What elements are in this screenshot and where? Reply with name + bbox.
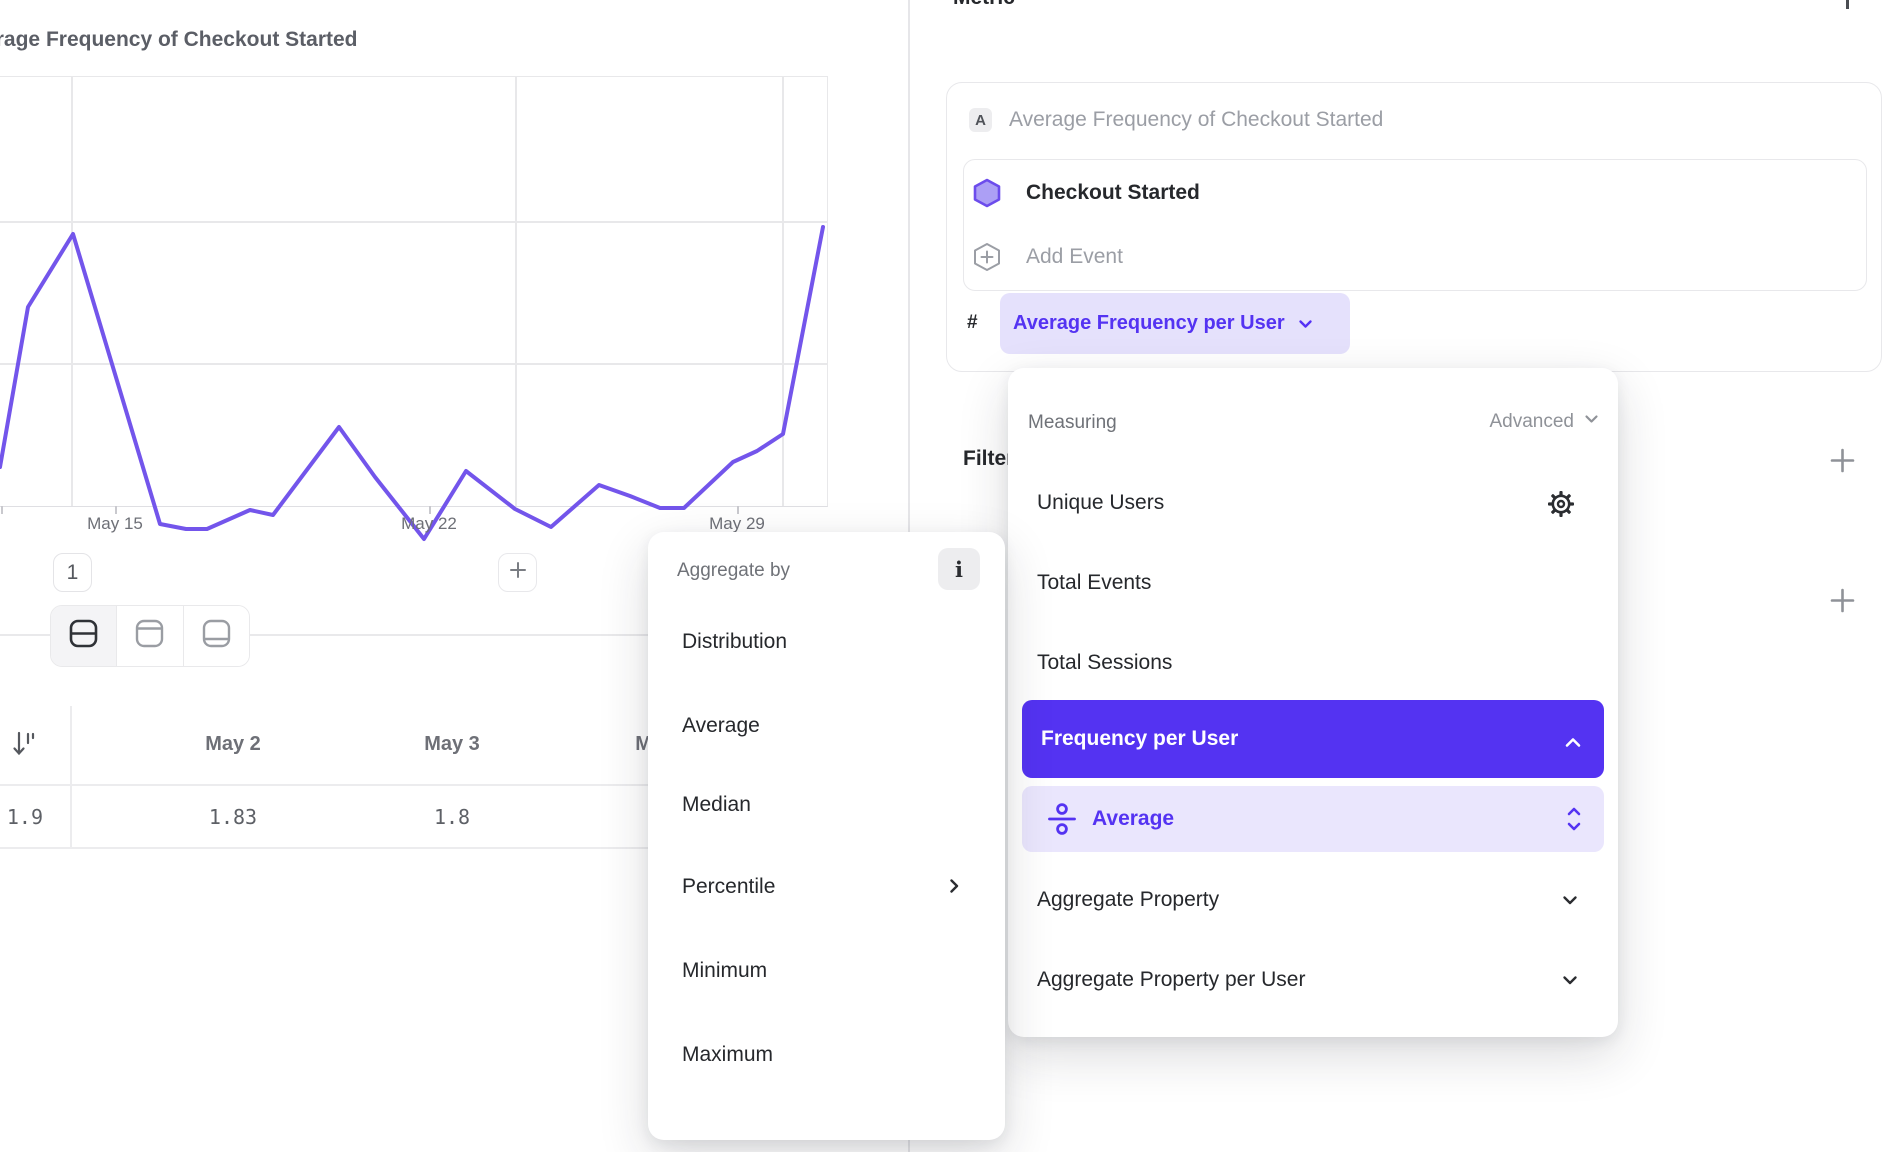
- add-chart-button[interactable]: [498, 553, 537, 592]
- measuring-header: Measuring: [1028, 412, 1117, 434]
- x-axis-label: May 22: [369, 514, 489, 534]
- line-chart: [0, 76, 828, 507]
- x-axis-tick: [737, 506, 739, 514]
- add-filter-button[interactable]: [1829, 447, 1856, 474]
- aggregate-by-menu: Aggregate by i Distribution Average Medi…: [648, 532, 1005, 1140]
- view-toggle-split[interactable]: [51, 606, 117, 666]
- menu-item-distribution[interactable]: Distribution: [682, 630, 787, 654]
- menu-item-total-sessions[interactable]: Total Sessions: [1037, 651, 1172, 675]
- menu-item-average-aggregation[interactable]: Average: [1022, 786, 1604, 852]
- info-icon[interactable]: i: [938, 548, 980, 590]
- sort-icon: [12, 747, 38, 764]
- split-view-icon: [67, 617, 100, 655]
- x-axis-tick: [115, 506, 117, 514]
- event-hexagon-icon: [972, 178, 1002, 208]
- view-toggle-group: [50, 605, 250, 667]
- advanced-toggle[interactable]: Advanced: [1489, 410, 1600, 433]
- table-cell: 1.9: [0, 805, 43, 829]
- chart-title: Average Frequency of Checkout Started: [0, 28, 720, 56]
- table-cell: 1.83: [163, 805, 303, 829]
- menu-item-unique-users[interactable]: Unique Users: [1037, 491, 1164, 515]
- menu-item-frequency-per-user[interactable]: Frequency per User: [1022, 700, 1604, 778]
- x-axis-label: May 29: [677, 514, 797, 534]
- add-metric-icon[interactable]: [1846, 0, 1849, 9]
- series-line: [0, 227, 823, 539]
- metric-card: A Average Frequency of Checkout Started …: [946, 82, 1882, 372]
- view-toggle-chart-only[interactable]: [117, 606, 183, 666]
- menu-item-maximum[interactable]: Maximum: [682, 1043, 773, 1067]
- measuring-menu: Measuring Advanced Unique Users: [1008, 368, 1618, 1037]
- menu-item-aggregate-property-per-user[interactable]: Aggregate Property per User: [1037, 968, 1305, 992]
- chevron-down-icon: [1560, 970, 1580, 995]
- measurement-dropdown[interactable]: Average Frequency per User: [1000, 293, 1350, 354]
- add-breakdown-button[interactable]: [1829, 587, 1856, 614]
- segment-count-box[interactable]: 1: [53, 553, 92, 592]
- metric-letter-badge: A: [969, 108, 992, 132]
- numeric-metric-symbol: #: [967, 311, 978, 335]
- aggregate-by-header: Aggregate by: [677, 560, 790, 582]
- chevron-down-icon: [1297, 315, 1314, 332]
- selected-item-label: Frequency per User: [1041, 727, 1238, 751]
- table-bottom-view-icon: [200, 617, 233, 655]
- sort-column-button[interactable]: [12, 728, 38, 765]
- x-axis-tick: [429, 506, 431, 514]
- table-header-cell[interactable]: May 2: [163, 733, 303, 756]
- chevron-down-icon: [1583, 410, 1600, 433]
- event-name[interactable]: Checkout Started: [1026, 178, 1200, 208]
- table-top-view-icon: [133, 617, 166, 655]
- chevron-right-icon: [944, 876, 964, 901]
- metric-name-input[interactable]: Average Frequency of Checkout Started: [1009, 108, 1383, 132]
- view-toggle-table-only[interactable]: [184, 606, 249, 666]
- chevron-up-icon: [1564, 731, 1582, 755]
- menu-item-median[interactable]: Median: [682, 793, 751, 817]
- metric-section-title: Metric: [953, 0, 1015, 10]
- plus-icon: [509, 561, 527, 584]
- menu-item-average[interactable]: Average: [682, 714, 760, 738]
- add-event-icon: [972, 242, 1002, 272]
- gear-icon[interactable]: [1545, 488, 1577, 525]
- menu-item-total-events[interactable]: Total Events: [1037, 571, 1151, 595]
- table-cell: 1.8: [382, 805, 522, 829]
- measurement-label: Average Frequency per User: [1013, 312, 1285, 335]
- menu-item-aggregate-property[interactable]: Aggregate Property: [1037, 888, 1219, 912]
- x-axis-tick: [1, 506, 3, 514]
- chart-line-svg: [0, 77, 827, 506]
- table-header-cell[interactable]: May 3: [382, 733, 522, 756]
- insights-report: Average Frequency of Checkout Started Ma…: [0, 0, 1898, 1152]
- up-down-chevrons-icon: [1566, 803, 1582, 840]
- chevron-down-icon: [1560, 890, 1580, 915]
- add-event-button[interactable]: Add Event: [1026, 242, 1123, 272]
- segment-count-value: 1: [67, 561, 79, 585]
- menu-item-minimum[interactable]: Minimum: [682, 959, 767, 983]
- x-axis-label: May 15: [55, 514, 175, 534]
- aggregation-label: Average: [1092, 807, 1174, 831]
- event-card: Checkout Started Add Event: [963, 159, 1867, 291]
- table-column-divider: [70, 706, 72, 848]
- advanced-label: Advanced: [1489, 411, 1574, 433]
- menu-item-percentile[interactable]: Percentile: [682, 875, 775, 899]
- ratio-icon: [1046, 802, 1078, 836]
